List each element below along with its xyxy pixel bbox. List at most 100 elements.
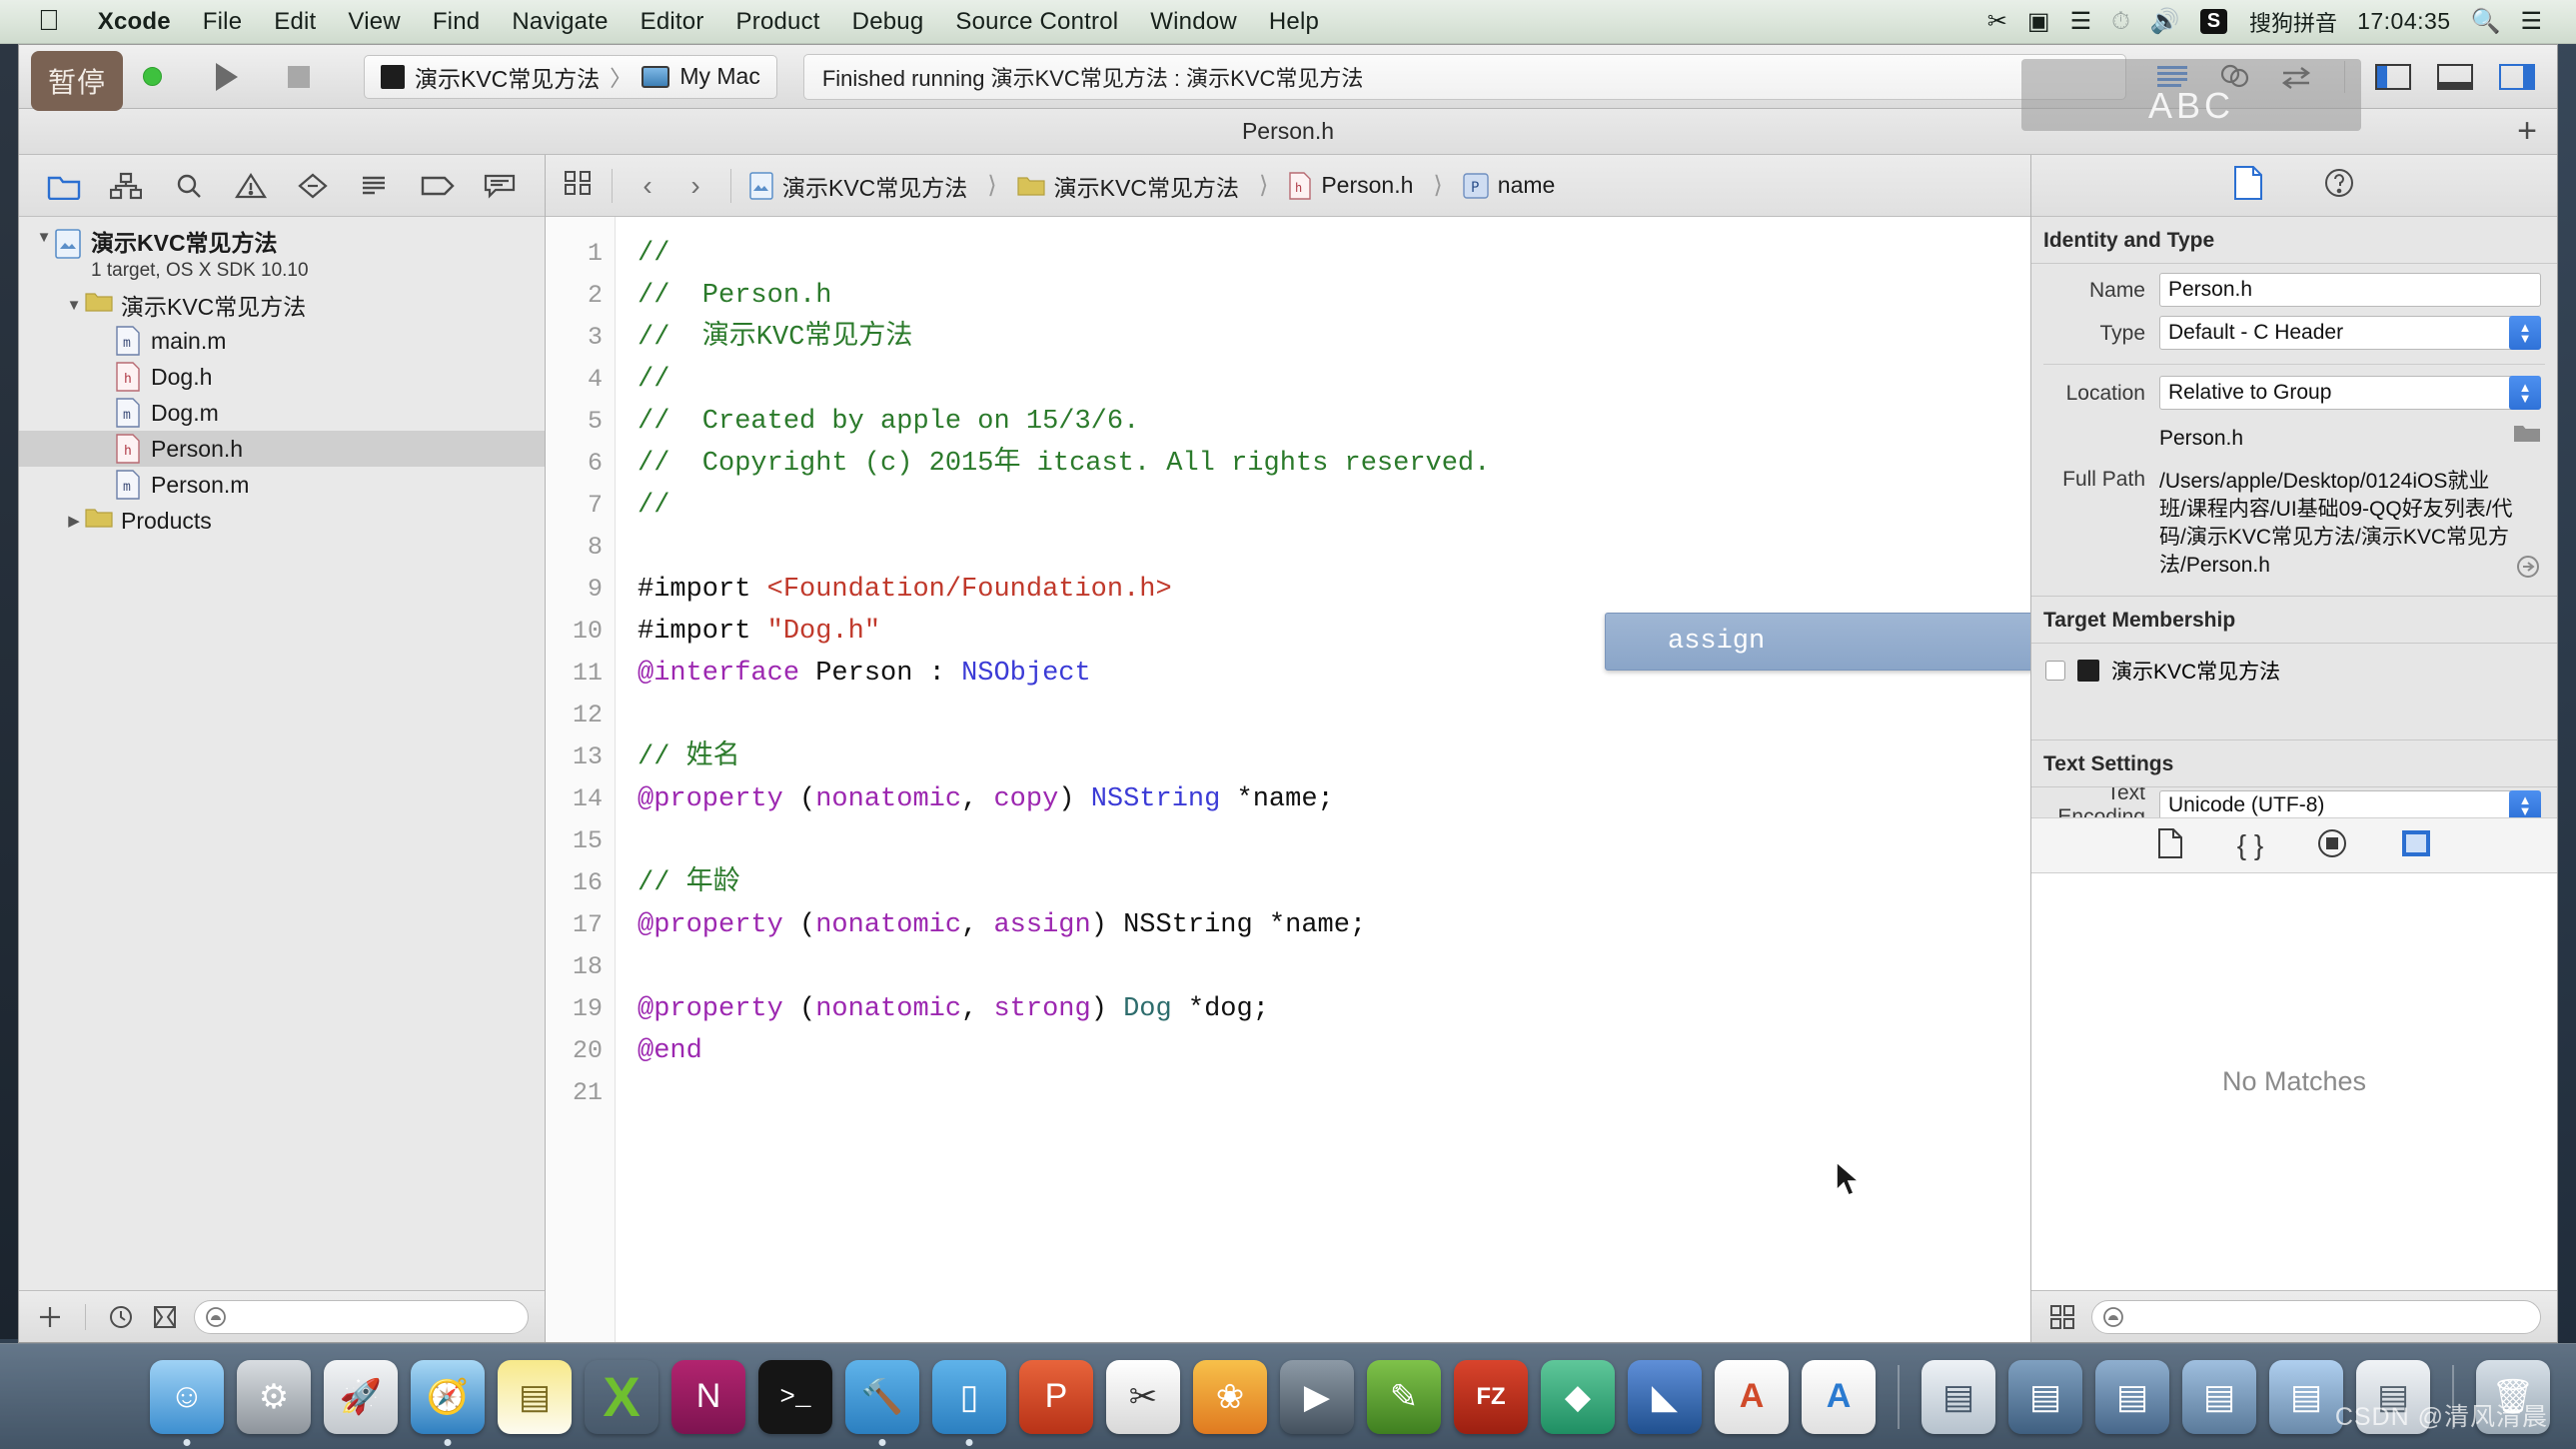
- disclosure-triangle-icon[interactable]: ▼: [33, 229, 55, 246]
- tree-item-dog-m[interactable]: m Dog.m: [19, 395, 545, 431]
- dock-item-finder[interactable]: ☺: [150, 1359, 224, 1446]
- report-navigator-icon[interactable]: [477, 166, 523, 206]
- search-icon[interactable]: 🔍: [2471, 9, 2501, 34]
- menu-item-navigate[interactable]: Navigate: [496, 8, 624, 36]
- dock-item-pages[interactable]: A: [1715, 1359, 1789, 1434]
- grid-view-icon[interactable]: [2047, 1302, 2077, 1332]
- quick-help-icon[interactable]: [2323, 167, 2355, 204]
- tree-item-project[interactable]: ▼ 演示KVC常见方法 1 target, OS X SDK 10.10: [19, 227, 545, 287]
- menu-item-window[interactable]: Window: [1134, 8, 1253, 36]
- test-navigator-icon[interactable]: [290, 166, 336, 206]
- code-editor-area[interactable]: 1 2 3 4 5 6 7 8 9 10 11 12 13 14 15 16 1…: [546, 217, 2030, 1342]
- view-utilities-icon[interactable]: [2497, 60, 2537, 94]
- plus-icon[interactable]: [35, 1302, 65, 1332]
- dock-item-keynote[interactable]: A: [1802, 1359, 1876, 1434]
- menu-item-view[interactable]: View: [332, 8, 416, 36]
- dock-item-downloads-1[interactable]: ▤: [2095, 1359, 2169, 1434]
- breadcrumb-group[interactable]: 演示KVC常见方法: [1017, 169, 1239, 203]
- dock-item-xcode[interactable]: 🔨: [845, 1359, 919, 1446]
- code-content[interactable]: // // Person.h // 演示KVC常见方法 // // Create…: [616, 217, 2030, 1342]
- target-membership-row[interactable]: 演示KVC常见方法: [2031, 644, 2557, 686]
- dock-item-safari[interactable]: 🧭: [411, 1359, 485, 1446]
- dock-item-sketch[interactable]: ◣: [1628, 1359, 1702, 1434]
- chevron-right-icon[interactable]: ›: [678, 170, 712, 202]
- tree-item-dog-h[interactable]: h Dog.h: [19, 359, 545, 395]
- menu-item-source-control[interactable]: Source Control: [939, 8, 1134, 36]
- disclosure-triangle-icon[interactable]: ▼: [63, 297, 85, 314]
- audio-waveform-icon[interactable]: ☰: [2070, 9, 2092, 34]
- breadcrumb-project[interactable]: 演示KVC常见方法: [749, 169, 967, 203]
- dock-item-sublime[interactable]: ✎: [1367, 1359, 1441, 1434]
- dock-item-downloads-3[interactable]: ▤: [2269, 1359, 2343, 1434]
- disclosure-triangle-icon[interactable]: ▶: [63, 512, 85, 530]
- apple-logo-icon[interactable]: : [38, 7, 60, 36]
- chevron-updown-icon[interactable]: ▲ ▼: [2509, 316, 2541, 350]
- folder-icon[interactable]: [2513, 419, 2541, 451]
- menu-item-editor[interactable]: Editor: [625, 8, 720, 36]
- name-input[interactable]: Person.h: [2159, 273, 2541, 307]
- dock-item-system-preferences[interactable]: ⚙: [237, 1359, 311, 1434]
- breakpoint-navigator-icon[interactable]: [415, 166, 461, 206]
- dock-item-downloads-2[interactable]: ▤: [2182, 1359, 2256, 1434]
- text-encoding-row[interactable]: Text Encoding Unicode (UTF-8) ▲ ▼: [2031, 787, 2557, 817]
- breadcrumb-file[interactable]: h Person.h: [1288, 171, 1413, 200]
- menu-item-find[interactable]: Find: [417, 8, 497, 36]
- library-filter-input[interactable]: [2091, 1299, 2541, 1334]
- tree-item-products[interactable]: ▶ Products: [19, 503, 545, 539]
- list-icon[interactable]: ☰: [2520, 9, 2542, 34]
- window-traffic-lights[interactable]: [143, 67, 162, 86]
- menu-bar-clock[interactable]: 17:04:35: [2357, 8, 2451, 35]
- dock-item-doc-stack-2[interactable]: ▤: [2008, 1359, 2082, 1434]
- file-inspector-icon[interactable]: [2233, 166, 2263, 205]
- filter-modified-icon[interactable]: [150, 1302, 180, 1332]
- target-membership-checkbox[interactable]: [2045, 661, 2065, 681]
- menu-item-edit[interactable]: Edit: [258, 8, 332, 36]
- dock-item-simulator[interactable]: ▯: [932, 1359, 1006, 1446]
- view-navigator-icon[interactable]: [2373, 60, 2413, 94]
- speaker-icon[interactable]: 🔊: [2150, 9, 2180, 34]
- object-library-icon[interactable]: [2317, 828, 2347, 863]
- tree-item-person-m[interactable]: m Person.m: [19, 467, 545, 503]
- menu-item-xcode[interactable]: Xcode: [82, 8, 187, 36]
- chevron-updown-icon[interactable]: ▲ ▼: [2509, 376, 2541, 410]
- dock-item-snip-tool[interactable]: ✂: [1106, 1359, 1180, 1434]
- clock-icon[interactable]: [106, 1302, 136, 1332]
- dock-item-onenote[interactable]: N: [671, 1359, 745, 1434]
- tree-item-person-h[interactable]: h Person.h: [19, 431, 545, 467]
- find-navigator-icon[interactable]: [166, 166, 212, 206]
- debug-navigator-icon[interactable]: [352, 166, 398, 206]
- menu-item-debug[interactable]: Debug: [836, 8, 940, 36]
- chevron-updown-icon[interactable]: ▲ ▼: [2509, 790, 2541, 817]
- plus-icon[interactable]: +: [2517, 112, 2537, 151]
- dock-item-filezilla[interactable]: FZ: [1454, 1359, 1528, 1434]
- tree-item-group[interactable]: ▼ 演示KVC常见方法: [19, 287, 545, 323]
- dock-item-doc-stack-1[interactable]: ▤: [1922, 1359, 1995, 1434]
- arrow-reveal-icon[interactable]: [2515, 462, 2541, 586]
- chevron-left-icon[interactable]: ‹: [631, 170, 664, 202]
- dock-item-quicktime[interactable]: ▶: [1280, 1359, 1354, 1434]
- breadcrumb-symbol[interactable]: P name: [1463, 172, 1555, 199]
- dock-item-pycharm[interactable]: P: [1019, 1359, 1093, 1434]
- symbol-navigator-icon[interactable]: [103, 166, 149, 206]
- media-library-icon[interactable]: [2401, 829, 2431, 862]
- menu-item-product[interactable]: Product: [720, 8, 836, 36]
- tree-item-main-m[interactable]: m main.m: [19, 323, 545, 359]
- type-select[interactable]: Default - C Header ▲ ▼: [2159, 316, 2541, 350]
- screen-recorder-pause-button[interactable]: 暂停: [31, 51, 123, 111]
- scissors-icon[interactable]: ✂: [1987, 9, 2007, 34]
- dock-item-photos[interactable]: ❀: [1193, 1359, 1267, 1434]
- dock-item-xcode-alt[interactable]: X: [585, 1360, 658, 1434]
- sogou-input-label[interactable]: 搜狗拼音: [2249, 6, 2337, 38]
- file-template-library-icon[interactable]: [2157, 827, 2183, 863]
- autocomplete-selected-item[interactable]: assign: [1668, 627, 1765, 657]
- dock-item-terminal[interactable]: >_: [758, 1359, 832, 1434]
- sogou-badge-icon[interactable]: S: [2199, 9, 2228, 34]
- clock-icon[interactable]: ⏱: [2111, 9, 2130, 34]
- dock-item-charles[interactable]: ◆: [1541, 1359, 1615, 1434]
- project-navigator-icon[interactable]: [41, 166, 87, 206]
- stop-button[interactable]: [268, 55, 330, 99]
- menu-item-file[interactable]: File: [187, 8, 258, 36]
- issue-navigator-icon[interactable]: [228, 166, 274, 206]
- autocomplete-popup[interactable]: assign: [1605, 613, 2030, 671]
- menu-item-help[interactable]: Help: [1253, 8, 1335, 36]
